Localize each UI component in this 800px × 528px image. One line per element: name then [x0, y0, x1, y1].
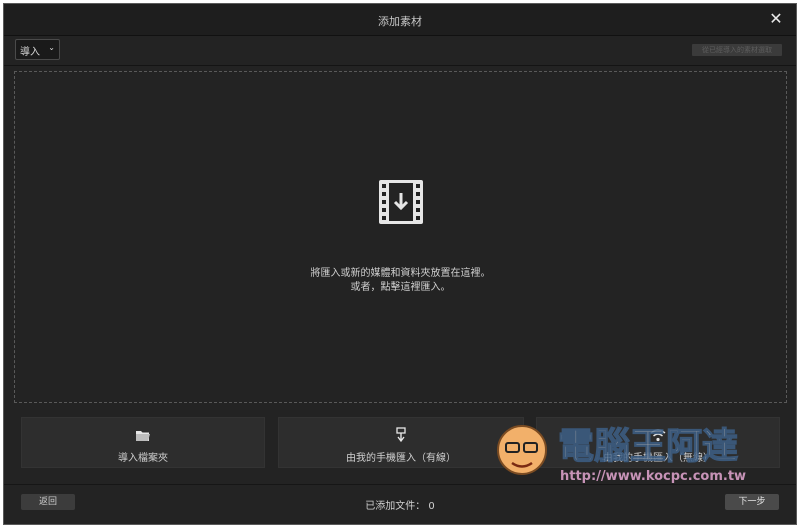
drop-instruction-line1: 將匯入或新的媒體和資料夾放置在這裡。 — [310, 268, 491, 279]
import-phone-wired-button[interactable]: 由我的手機匯入（有線） — [278, 417, 524, 468]
drop-instruction-line2: 或者，點擊這裡匯入。 — [350, 282, 451, 293]
add-media-dialog: 添加素材 ✕ 導入 ⌄ 從已經導入的素材選取 將匯入或新的媒體和資料夾放置在這裡… — [3, 3, 797, 525]
import-folder-label: 導入檔案夾 — [118, 453, 168, 464]
import-phone-wired-label: 由我的手機匯入（有線） — [346, 453, 456, 464]
media-drop-zone[interactable]: 將匯入或新的媒體和資料夾放置在這裡。 或者，點擊這裡匯入。 — [14, 71, 787, 403]
added-files-count: 0 — [428, 501, 435, 512]
title-bar: 添加素材 ✕ — [4, 4, 796, 36]
import-dropdown[interactable]: 導入 ⌄ — [15, 39, 60, 60]
added-files-label: 已添加文件： — [365, 501, 426, 512]
folder-icon — [22, 427, 264, 446]
chevron-down-icon: ⌄ — [48, 43, 55, 52]
footer-bar: 返回 已添加文件： 0 下一步 — [4, 484, 796, 526]
import-dropdown-value: 導入 — [20, 47, 40, 58]
dialog-title: 添加素材 — [378, 15, 422, 28]
usb-icon — [279, 427, 523, 447]
import-phone-wireless-button[interactable]: 由我的手機匯入（無線） — [536, 417, 780, 468]
select-imported-media-button[interactable]: 從已經導入的素材選取 — [692, 44, 782, 56]
import-folder-button[interactable]: 導入檔案夾 — [21, 417, 265, 468]
added-files-status: 已添加文件： 0 — [4, 497, 796, 512]
toolbar: 導入 ⌄ 從已經導入的素材選取 — [4, 36, 796, 66]
close-icon[interactable]: ✕ — [766, 9, 786, 29]
next-button[interactable]: 下一步 — [725, 494, 779, 510]
film-download-icon — [379, 180, 423, 224]
import-phone-wireless-label: 由我的手機匯入（無線） — [603, 453, 713, 464]
wifi-icon — [537, 427, 779, 446]
